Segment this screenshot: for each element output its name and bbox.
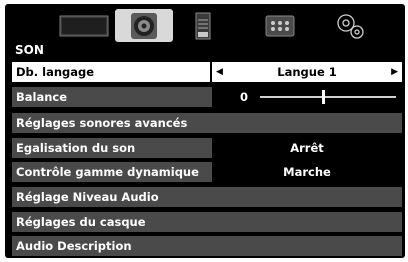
row-value: Arrêt [290,141,324,155]
tab-sound[interactable] [115,9,173,42]
row-label: Réglages sonores avancés [16,116,188,130]
section-title: SON [15,43,44,57]
row-label: Egalisation du son [16,141,136,155]
arrow-right-icon[interactable]: ▶ [391,62,398,82]
row-label: Db. langage [16,65,95,79]
row-label: Réglage Niveau Audio [16,190,159,204]
row-label: Audio Description [16,239,132,253]
row-label: Balance [16,90,68,104]
menu-row-egalisation[interactable]: Egalisation du son Arrêt [12,138,402,158]
tab-picture[interactable] [55,9,113,42]
row-label: Réglages du casque [16,215,146,229]
grid-icon [265,15,295,36]
tab-grid[interactable] [263,9,297,42]
picture-icon [59,15,109,36]
balance-value: 0 [240,90,249,104]
menu-row-niveau-audio[interactable]: Réglage Niveau Audio [12,187,402,207]
tab-settings[interactable] [330,9,370,42]
row-value: Langue 1 [277,65,337,79]
menu-row-casque[interactable]: Réglages du casque [12,212,402,232]
menu-row-audio-description[interactable]: Audio Description [12,236,402,256]
menu-row-balance[interactable]: Balance 0 [12,87,402,107]
row-label: Contrôle gamme dynamique [16,165,199,179]
menu-row-controle-gamme[interactable]: Contrôle gamme dynamique Marche [12,162,402,182]
tab-document[interactable] [190,9,216,42]
balance-slider[interactable] [260,96,396,98]
gears-icon [337,13,364,39]
arrow-left-icon[interactable]: ◀ [216,62,223,82]
sound-settings-panel: SON Db. langage ◀ Langue 1 ▶ Balance 0 R… [5,4,405,258]
document-icon [195,12,211,39]
menu-row-db-langage[interactable]: Db. langage ◀ Langue 1 ▶ [12,62,402,82]
sound-icon [131,12,157,39]
menu-row-reglages-sonores[interactable]: Réglages sonores avancés [12,113,402,133]
balance-slider-thumb[interactable] [321,90,325,104]
row-value: Marche [283,165,331,179]
